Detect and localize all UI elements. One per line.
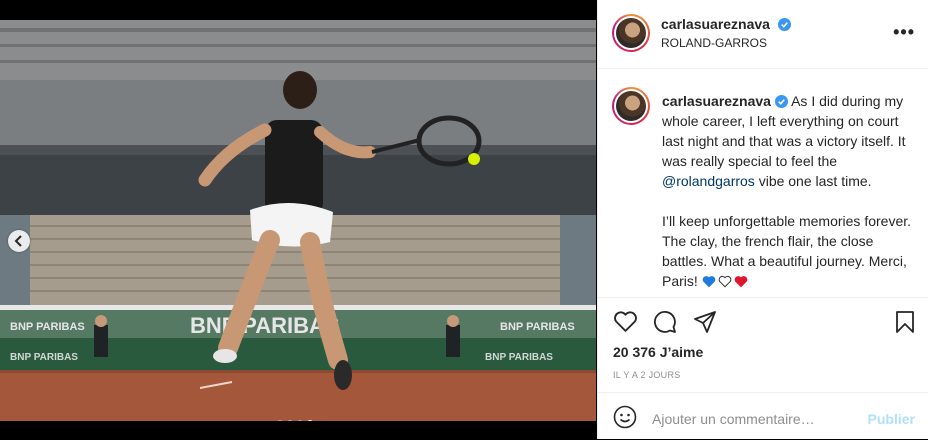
caption-mention-link[interactable]: @rolandgarros (662, 173, 755, 189)
carousel-prev-button[interactable] (8, 230, 30, 252)
comment-input[interactable]: Ajouter un commentaire… (652, 411, 815, 427)
emoji-icon[interactable] (613, 405, 637, 429)
post-date[interactable]: IL Y A 2 JOURS (613, 370, 681, 380)
banner-left-text: BNP PARIBAS (10, 321, 85, 333)
comment-icon[interactable] (653, 310, 677, 334)
avatar-image (616, 18, 646, 48)
action-bar: 20 376 J’aime IL Y A 2 JOURS (598, 297, 928, 393)
avatar-image (616, 91, 646, 121)
caption-username[interactable]: carlasuareznava (662, 93, 771, 109)
chevron-left-icon (14, 235, 22, 247)
white-heart-icon (718, 275, 731, 288)
publish-button[interactable]: Publier (868, 411, 915, 427)
post-caption: carlasuareznava As I did during my whole… (662, 91, 912, 291)
carousel-dot (287, 420, 293, 421)
banner-lower-right-text: BNP PARIBAS (485, 352, 553, 363)
blue-heart-icon (702, 276, 715, 288)
caption-text-2: vibe one last time. (758, 173, 872, 189)
carousel-dot-active (307, 420, 313, 421)
add-comment-bar: Ajouter un commentaire… Publier (598, 392, 928, 440)
caption-area: carlasuareznava As I did during my whole… (598, 69, 928, 297)
post-image[interactable]: BNP PARIBAS BNP PARIBAS BNP PARIBAS BNP … (0, 20, 596, 421)
red-heart-icon (734, 276, 747, 288)
verified-badge-icon (778, 18, 792, 31)
post-header: carlasuareznava ROLAND-GARROS ••• (598, 0, 928, 69)
caption-avatar[interactable] (612, 87, 650, 125)
tennis-photo: BNP PARIBAS BNP PARIBAS BNP PARIBAS BNP … (0, 20, 596, 421)
header-username[interactable]: carlasuareznava (661, 16, 770, 32)
avatar[interactable] (612, 14, 650, 52)
post-sidebar: carlasuareznava ROLAND-GARROS ••• carlas… (597, 0, 928, 439)
verified-badge-icon (774, 95, 788, 108)
share-icon[interactable] (693, 310, 717, 334)
bookmark-icon[interactable] (894, 310, 916, 334)
banner-right-text: BNP PARIBAS (500, 321, 575, 333)
carousel-dot (277, 420, 283, 421)
carousel-indicator (277, 420, 313, 421)
heart-icon[interactable] (613, 310, 638, 333)
heart-emojis (702, 275, 748, 288)
carousel-dot (297, 420, 303, 421)
more-options-icon[interactable]: ••• (893, 22, 915, 43)
banner-lower-left-text: BNP PARIBAS (10, 352, 78, 363)
likes-count[interactable]: 20 376 J’aime (613, 344, 703, 360)
instagram-post-view: BNP PARIBAS BNP PARIBAS BNP PARIBAS BNP … (0, 0, 928, 439)
caption-text-3: I’ll keep unforgettable memories forever… (662, 213, 912, 289)
location-link[interactable]: ROLAND-GARROS (661, 36, 767, 50)
